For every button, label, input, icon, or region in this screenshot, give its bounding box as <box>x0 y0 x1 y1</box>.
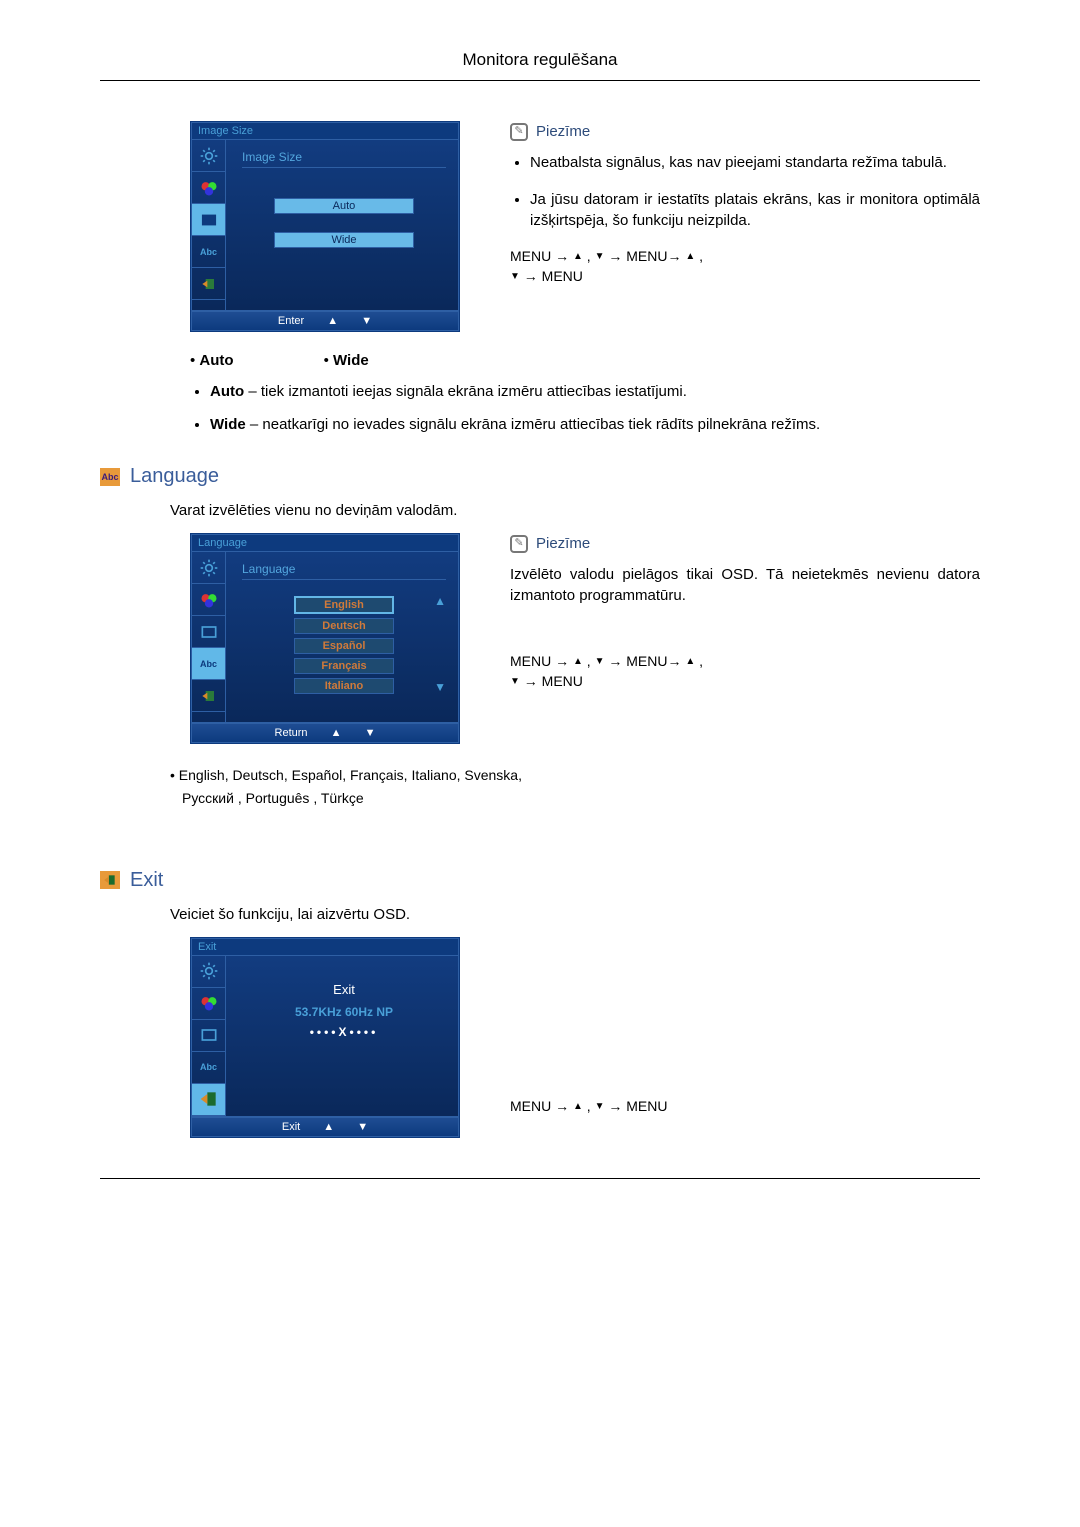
exit-intro: Veiciet šo funkciju, lai aizvērtu OSD. <box>170 906 980 923</box>
osd-tab-image-icon <box>192 616 226 648</box>
abc-icon: Abc <box>100 468 120 486</box>
section-language-heading: Abc Language <box>100 465 980 488</box>
option-wide: Wide <box>324 352 369 369</box>
down-triangle-icon: ▼ <box>595 655 605 669</box>
osd-tab-brightness-icon <box>192 552 226 584</box>
lang-list-line2: Русский , Português , Türkçe <box>170 787 980 809</box>
scroll-down-icon: ▼ <box>434 680 446 694</box>
down-triangle-icon: ▼ <box>510 270 520 284</box>
osd-image-size: Image Size Abc Image Size Auto <box>190 121 460 332</box>
image-size-row: Image Size Abc Image Size Auto <box>100 121 980 332</box>
osd-footer-action: Return <box>275 727 308 739</box>
down-triangle-icon: ▼ <box>595 1100 605 1114</box>
nav-sequence-exit: MENU → ▲ , ▼ → MENU <box>510 1097 980 1117</box>
osd-tab-exit-icon <box>192 268 226 300</box>
up-triangle-icon: ▲ <box>331 727 342 739</box>
section-exit-title: Exit <box>130 869 163 892</box>
lang-english: English <box>294 596 394 614</box>
up-triangle-icon: ▲ <box>323 1121 334 1133</box>
lang-italiano: Italiano <box>294 678 394 694</box>
up-triangle-icon: ▲ <box>573 1100 583 1114</box>
language-row: Language Abc Language English Deutsch <box>100 533 980 744</box>
up-triangle-icon: ▲ <box>573 250 583 264</box>
lang-list-line1: • English, Deutsch, Español, Français, I… <box>170 764 980 786</box>
up-triangle-icon: ▲ <box>327 315 338 327</box>
explain-list: Auto – tiek izmantoti ieejas signāla ekr… <box>190 381 980 435</box>
lang-francais: Français <box>294 658 394 674</box>
osd-tab-abc-icon: Abc <box>192 236 226 268</box>
note-icon: ✎ <box>510 123 528 141</box>
exit-icon <box>100 871 120 889</box>
up-triangle-icon: ▲ <box>685 655 695 669</box>
up-triangle-icon: ▲ <box>685 250 695 264</box>
note1-bullet2: Ja jūsu datoram ir iestatīts platais ekr… <box>530 189 980 231</box>
note-heading: ✎ Piezīme <box>510 533 980 554</box>
options-row: Auto Wide <box>190 352 980 369</box>
option-auto: Auto <box>190 352 234 369</box>
osd-tab-image-icon <box>192 1020 226 1052</box>
nav-sequence-2: MENU → ▲ , ▼ → MENU→ ▲ , ▼ → MENU <box>510 652 980 691</box>
page-header: Monitora regulēšana <box>100 50 980 81</box>
explain-wide: Wide – neatkarīgi no ievades signālu ekr… <box>210 414 980 435</box>
osd-title: Exit <box>191 938 459 955</box>
osd-language: Language Abc Language English Deutsch <box>190 533 460 744</box>
osd-tab-exit-icon <box>192 1084 226 1116</box>
osd-tab-image-icon <box>192 204 226 236</box>
osd-tab-color-icon <box>192 172 226 204</box>
exit-info: 53.7KHz 60Hz NP <box>242 1005 446 1019</box>
osd-tab-brightness-icon <box>192 140 226 172</box>
osd-tab-abc-icon: Abc <box>192 1052 226 1084</box>
note-label: Piezīme <box>536 533 590 554</box>
note2-text: Izvēlēto valodu pielāgos tikai OSD. Tā n… <box>510 564 980 606</box>
osd-tab-color-icon <box>192 584 226 616</box>
osd-title: Image Size <box>191 122 459 139</box>
nav-sequence-1: MENU → ▲ , ▼ → MENU→ ▲ , ▼ → MENU <box>510 247 980 286</box>
osd-footer: Exit ▲ ▼ <box>191 1117 459 1137</box>
section-language-title: Language <box>130 465 219 488</box>
osd-footer: Return ▲ ▼ <box>191 723 459 743</box>
osd-footer-action: Exit <box>282 1121 300 1133</box>
lang-deutsch: Deutsch <box>294 618 394 634</box>
osd-title: Language <box>191 534 459 551</box>
footer-rule <box>100 1178 980 1179</box>
down-triangle-icon: ▼ <box>595 250 605 264</box>
down-triangle-icon: ▼ <box>365 727 376 739</box>
osd-content-title: Language <box>242 562 446 580</box>
note-label: Piezīme <box>536 121 590 142</box>
note-heading: ✎ Piezīme <box>510 121 980 142</box>
osd-tab-exit-icon <box>192 680 226 712</box>
note-icon: ✎ <box>510 535 528 553</box>
osd-footer: Enter ▲ ▼ <box>191 311 459 331</box>
osd-option-wide: Wide <box>274 232 414 248</box>
up-triangle-icon: ▲ <box>573 655 583 669</box>
exit-content-title: Exit <box>242 982 446 997</box>
down-triangle-icon: ▼ <box>361 315 372 327</box>
language-intro: Varat izvēlēties vienu no deviņām valodā… <box>170 502 980 519</box>
language-list: • English, Deutsch, Español, Français, I… <box>170 764 980 809</box>
osd-footer-action: Enter <box>278 315 304 327</box>
osd-option-auto: Auto <box>274 198 414 214</box>
osd-exit: Exit Abc Exit 53.7KHz 60Hz NP ••••X•••• <box>190 937 460 1138</box>
osd-tab-brightness-icon <box>192 956 226 988</box>
exit-row: Exit Abc Exit 53.7KHz 60Hz NP ••••X•••• <box>100 937 980 1138</box>
note1-bullets: Neatbalsta signālus, kas nav pieejami st… <box>510 152 980 231</box>
note1-bullet1: Neatbalsta signālus, kas nav pieejami st… <box>530 152 980 173</box>
lang-espanol: Español <box>294 638 394 654</box>
osd-tab-abc-icon: Abc <box>192 648 226 680</box>
explain-auto: Auto – tiek izmantoti ieejas signāla ekr… <box>210 381 980 402</box>
down-triangle-icon: ▼ <box>510 675 520 689</box>
osd-tab-color-icon <box>192 988 226 1020</box>
exit-x-line: ••••X•••• <box>242 1025 446 1039</box>
down-triangle-icon: ▼ <box>357 1121 368 1133</box>
osd-content-title: Image Size <box>242 150 446 168</box>
section-exit-heading: Exit <box>100 869 980 892</box>
scroll-up-icon: ▲ <box>434 594 446 608</box>
